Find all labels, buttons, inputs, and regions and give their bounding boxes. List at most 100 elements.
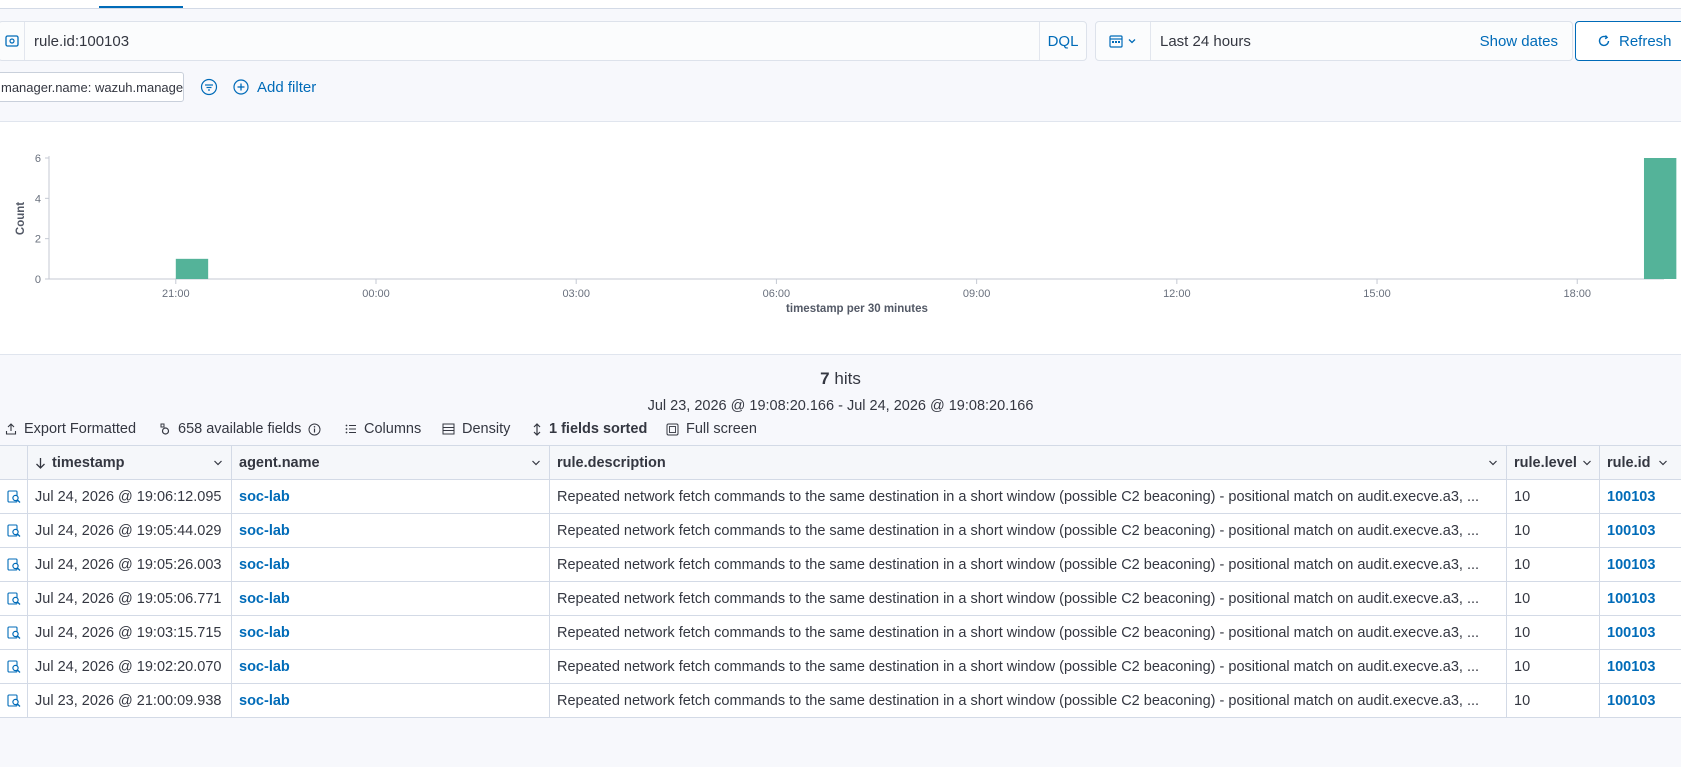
table-body: Jul 24, 2026 @ 19:06:12.095 soc-lab Repeat… — [0, 480, 1681, 718]
query-input[interactable]: rule.id:100103 — [25, 33, 1039, 50]
cell-agent-name-link[interactable]: soc-lab — [232, 616, 550, 650]
cell-rule-id-link[interactable]: 100103 — [1600, 514, 1681, 548]
inspect-icon — [6, 694, 20, 707]
cell-rule-description: Repeated network fetch commands to the s… — [550, 684, 1507, 718]
table-row[interactable]: Jul 24, 2026 @ 19:02:20.070 soc-lab Repeat… — [0, 650, 1681, 684]
cell-agent-name-link[interactable]: soc-lab — [232, 582, 550, 616]
cell-rule-description: Repeated network fetch commands to the s… — [550, 650, 1507, 684]
header-actions-cell — [0, 446, 28, 480]
cell-rule-id-link[interactable]: 100103 — [1600, 582, 1681, 616]
histogram-chart[interactable]: 0 2 4 6 21:00 00:00 03:00 06:00 09:00 12:00 15:00 1… — [0, 122, 1681, 356]
table-row[interactable]: Jul 24, 2026 @ 19:03:15.715 soc-lab Repeat… — [0, 616, 1681, 650]
header-agent-name[interactable]: agent.name — [232, 446, 550, 480]
fullscreen-icon — [666, 423, 679, 435]
table-row[interactable]: Jul 23, 2026 @ 21:00:09.938 soc-lab Repeat… — [0, 684, 1681, 718]
table-row[interactable]: Jul 24, 2026 @ 19:05:44.029 soc-lab Repeat… — [0, 514, 1681, 548]
export-button[interactable]: Export Formatted — [5, 419, 136, 439]
density-icon — [442, 423, 455, 435]
hits-date-range: Jul 23, 2026 @ 19:08:20.166 - Jul 24, 20… — [647, 398, 1034, 414]
inspect-document-button[interactable] — [0, 548, 28, 582]
cell-rule-id-link[interactable]: 100103 — [1600, 650, 1681, 684]
y-tick-label: 6 — [35, 153, 41, 165]
header-label: agent.name — [239, 455, 320, 471]
cell-rule-id-link[interactable]: 100103 — [1600, 480, 1681, 514]
export-label: Export Formatted — [24, 421, 137, 437]
chevron-down-icon — [1128, 39, 1136, 44]
refresh-button[interactable]: Refresh — [1575, 21, 1681, 61]
show-dates-button[interactable]: Show dates — [1480, 33, 1572, 50]
cell-rule-description: Repeated network fetch commands to the s… — [550, 514, 1507, 548]
columns-label: Columns — [364, 421, 422, 437]
inspect-document-button[interactable] — [0, 616, 28, 650]
inspect-icon — [6, 626, 20, 639]
refresh-label: Refresh — [1619, 32, 1672, 50]
fullscreen-label: Full screen — [686, 421, 757, 437]
cell-rule-id-link[interactable]: 100103 — [1600, 548, 1681, 582]
fullscreen-button[interactable]: Full screen — [666, 419, 757, 439]
sort-label: 1 fields sorted — [549, 421, 648, 437]
cell-timestamp: Jul 24, 2026 @ 19:03:15.715 — [28, 616, 232, 650]
table-header-row: timestamp agent.name rule.description ru… — [0, 446, 1681, 480]
inspect-document-button[interactable] — [0, 514, 28, 548]
header-rule-description[interactable]: rule.description — [550, 446, 1507, 480]
x-tick-label: 06:00 — [763, 288, 791, 300]
cell-rule-id-link[interactable]: 100103 — [1600, 684, 1681, 718]
cell-rule-level: 10 — [1507, 514, 1600, 548]
x-tick-label: 15:00 — [1363, 288, 1391, 300]
histogram-bar — [175, 258, 209, 279]
inspect-document-button[interactable] — [0, 480, 28, 514]
x-tick-label: 09:00 — [963, 288, 991, 300]
cell-rule-description: Repeated network fetch commands to the s… — [550, 616, 1507, 650]
quick-menu-button[interactable] — [1096, 22, 1151, 60]
search-bar: rule.id:100103 DQL — [0, 21, 1087, 61]
query-bar: rule.id:100103 DQL Last 24 hours Show da… — [0, 21, 1681, 61]
chevron-down-icon[interactable] — [531, 459, 541, 467]
cell-timestamp: Jul 24, 2026 @ 19:05:44.029 — [28, 514, 232, 548]
add-filter-button[interactable]: Add filter — [233, 72, 316, 102]
cell-agent-name-link[interactable]: soc-lab — [232, 514, 550, 548]
x-tick-label: 12:00 — [1163, 288, 1191, 300]
columns-button[interactable]: Columns — [345, 419, 421, 439]
calendar-icon — [1109, 35, 1123, 48]
density-button[interactable]: Density — [442, 419, 510, 439]
cell-agent-name-link[interactable]: soc-lab — [232, 548, 550, 582]
chevron-down-icon[interactable] — [1582, 459, 1592, 467]
query-language-button[interactable]: DQL — [1039, 22, 1086, 60]
hits-number: 7 — [820, 369, 830, 388]
y-tick-label: 2 — [35, 234, 41, 246]
header-rule-level[interactable]: rule.level — [1507, 446, 1600, 480]
inspect-document-button[interactable] — [0, 650, 28, 684]
cell-agent-name-link[interactable]: soc-lab — [232, 684, 550, 718]
inspect-document-button[interactable] — [0, 582, 28, 616]
table-row[interactable]: Jul 24, 2026 @ 19:05:06.771 soc-lab Repeat… — [0, 582, 1681, 616]
table-row[interactable]: Jul 24, 2026 @ 19:06:12.095 soc-lab Repeat… — [0, 480, 1681, 514]
hits-label: hits — [829, 369, 861, 388]
inspect-icon — [6, 558, 20, 571]
chevron-down-icon[interactable] — [1488, 459, 1498, 467]
cell-timestamp: Jul 24, 2026 @ 19:06:12.095 — [28, 480, 232, 514]
cell-timestamp: Jul 24, 2026 @ 19:02:20.070 — [28, 650, 232, 684]
cell-agent-name-link[interactable]: soc-lab — [232, 650, 550, 684]
filter-bar: manager.name: wazuh.manager Add filter — [0, 72, 1681, 102]
filter-options-icon[interactable] — [200, 78, 218, 96]
chevron-down-icon[interactable] — [213, 459, 223, 467]
header-timestamp[interactable]: timestamp — [28, 446, 232, 480]
header-rule-id[interactable]: rule.id — [1600, 446, 1681, 480]
header-label: rule.description — [557, 455, 666, 471]
cell-agent-name-link[interactable]: soc-lab — [232, 480, 550, 514]
header-label: rule.level — [1514, 455, 1577, 471]
list-icon — [345, 424, 356, 434]
results-table: timestamp agent.name rule.description ru… — [0, 445, 1681, 718]
inspect-document-button[interactable] — [0, 684, 28, 718]
cell-timestamp: Jul 24, 2026 @ 19:05:26.003 — [28, 548, 232, 582]
available-fields-button[interactable]: 658 available fields — [160, 419, 321, 439]
cell-rule-id-link[interactable]: 100103 — [1600, 616, 1681, 650]
saved-query-icon[interactable] — [0, 22, 25, 60]
histogram-panel: 0 2 4 6 21:00 00:00 03:00 06:00 09:00 12:00 15:00 1… — [0, 121, 1681, 355]
chevron-down-icon[interactable] — [1658, 459, 1668, 467]
date-range-label[interactable]: Last 24 hours — [1151, 33, 1480, 50]
table-row[interactable]: Jul 24, 2026 @ 19:05:26.003 soc-lab Repeat… — [0, 548, 1681, 582]
sort-button[interactable]: 1 fields sorted — [532, 419, 647, 439]
filter-pill[interactable]: manager.name: wazuh.manager — [0, 72, 184, 102]
sort-icon — [533, 422, 541, 436]
